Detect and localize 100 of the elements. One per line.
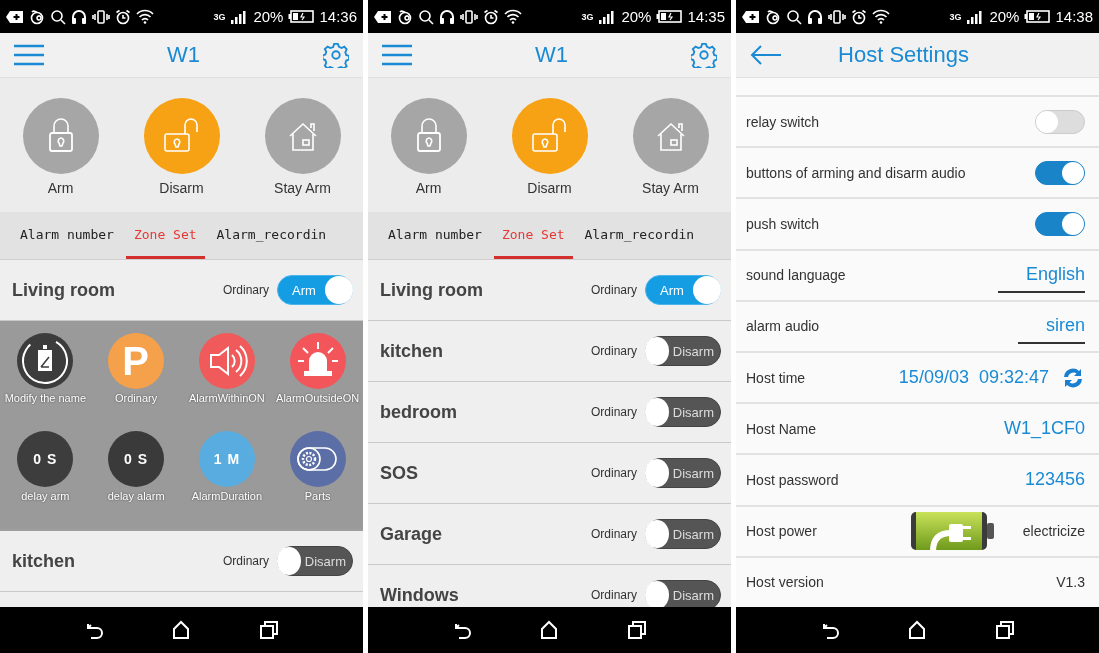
zone-name: kitchen (380, 340, 445, 362)
toggle-switch[interactable] (1035, 160, 1085, 185)
notification-icon (6, 9, 24, 24)
mode-button[interactable]: Stay Arm (252, 98, 353, 196)
time-value[interactable]: 15/09/03 09:32:47 (898, 367, 1049, 389)
tab[interactable]: Alarm_recordin (208, 212, 335, 259)
headphones-icon (807, 8, 823, 25)
house-icon (264, 98, 341, 174)
dropdown-value[interactable]: English (997, 257, 1085, 293)
swirl-icon (397, 8, 413, 25)
vibrate-icon (460, 9, 478, 24)
clock-time: 14:38 (1055, 8, 1093, 25)
setting-label: Host password (746, 471, 840, 488)
setting-label: Host Name (746, 420, 818, 437)
home-icon[interactable] (907, 620, 928, 640)
setting-label: push switch (746, 215, 821, 232)
gear-toggle-icon[interactable] (289, 431, 346, 487)
setting-label: alarm audio (746, 318, 821, 335)
option-label: Modify the name (3, 392, 88, 405)
zone-type: Ordinary (591, 283, 637, 297)
alarm-clock-icon (851, 8, 867, 25)
menu-icon[interactable] (14, 44, 44, 66)
dropdown-value[interactable]: siren (1018, 308, 1085, 344)
menu-icon[interactable] (382, 44, 412, 66)
zone-type: Ordinary (591, 588, 637, 602)
tab[interactable]: Alarm_recordin (576, 212, 703, 259)
home-icon[interactable] (539, 620, 560, 640)
version-text: V1.3 (1056, 574, 1085, 591)
mode-button[interactable]: Disarm (499, 98, 600, 196)
recent-apps-icon[interactable] (259, 620, 280, 640)
stopwatch-icon[interactable] (17, 333, 74, 389)
tab[interactable]: Alarm number (380, 212, 490, 259)
arm-toggle[interactable]: Disarm (645, 519, 721, 549)
open-padlock-icon (143, 98, 220, 174)
house-icon (632, 98, 709, 174)
wifi-icon (504, 9, 522, 24)
settings-icon[interactable] (323, 42, 349, 68)
toggle-switch[interactable] (1035, 109, 1085, 134)
arm-toggle[interactable]: Disarm (645, 336, 721, 366)
zone-name: Living room (12, 279, 116, 301)
zone-type: Ordinary (591, 466, 637, 480)
zone-name: Windows (380, 584, 460, 606)
back-arrow-icon[interactable] (750, 45, 782, 65)
zone-type: Ordinary (223, 554, 269, 568)
duration-value[interactable]: 0 S (108, 431, 165, 487)
home-icon[interactable] (171, 620, 192, 640)
battery-percent: 20% (989, 8, 1020, 25)
zone-name: Living room (380, 279, 484, 301)
option-label: AlarmWithinON (187, 392, 266, 405)
settings-icon[interactable] (691, 42, 717, 68)
speaker-icon[interactable] (198, 333, 255, 389)
notification-icon (742, 9, 760, 24)
wifi-icon (872, 9, 890, 24)
arm-toggle[interactable]: Disarm (277, 546, 353, 576)
arm-toggle[interactable]: Arm (277, 275, 353, 305)
swirl-icon (765, 8, 781, 25)
battery-percent: 20% (253, 8, 284, 25)
arm-toggle[interactable]: Disarm (645, 458, 721, 488)
zone-name: SOS (380, 462, 419, 484)
tab[interactable]: Alarm number (12, 212, 122, 259)
battery-percent: 20% (621, 8, 652, 25)
setting-label: sound language (746, 267, 847, 284)
screen-title: Host Settings (837, 42, 970, 68)
mode-button[interactable]: Disarm (131, 98, 232, 196)
signal-icon (598, 9, 617, 24)
network-type: 3G (213, 11, 226, 22)
headphones-icon (71, 8, 87, 25)
power-status: electricize (1022, 523, 1085, 540)
option-label: Parts (303, 490, 332, 503)
recent-apps-icon[interactable] (995, 620, 1016, 640)
padlock-icon (22, 98, 99, 174)
mode-button[interactable]: Arm (378, 98, 479, 196)
duration-value[interactable]: 0 S (17, 431, 74, 487)
arm-toggle[interactable]: Disarm (645, 397, 721, 427)
zone-name: Garage (380, 523, 444, 545)
arm-toggle[interactable]: Disarm (645, 580, 721, 607)
option-label: delay alarm (106, 490, 166, 503)
zone-name: bedroom (380, 401, 458, 423)
mode-button[interactable]: Stay Arm (620, 98, 721, 196)
setting-value[interactable]: 123456 (1024, 469, 1085, 491)
mode-button[interactable]: Arm (10, 98, 111, 196)
clock-time: 14:35 (687, 8, 725, 25)
option-label: AlarmOutsideON (275, 392, 361, 405)
recent-apps-icon[interactable] (627, 620, 648, 640)
refresh-icon[interactable] (1061, 366, 1085, 389)
screen-title: W1 (167, 42, 200, 68)
wifi-icon (136, 9, 154, 24)
search-icon (786, 8, 802, 25)
setting-value[interactable]: W1_1CF0 (1003, 418, 1085, 440)
siren-light-icon[interactable] (289, 333, 346, 389)
setting-label: Host time (746, 369, 807, 386)
toggle-switch[interactable] (1035, 211, 1085, 236)
option-label: AlarmDuration (190, 490, 264, 503)
vibrate-icon (828, 9, 846, 24)
network-type: 3G (949, 11, 962, 22)
arm-toggle[interactable]: Arm (645, 275, 721, 305)
padlock-icon (390, 98, 467, 174)
battery-plug-icon (910, 511, 995, 552)
zone-name: kitchen (12, 550, 77, 572)
open-padlock-icon (511, 98, 588, 174)
